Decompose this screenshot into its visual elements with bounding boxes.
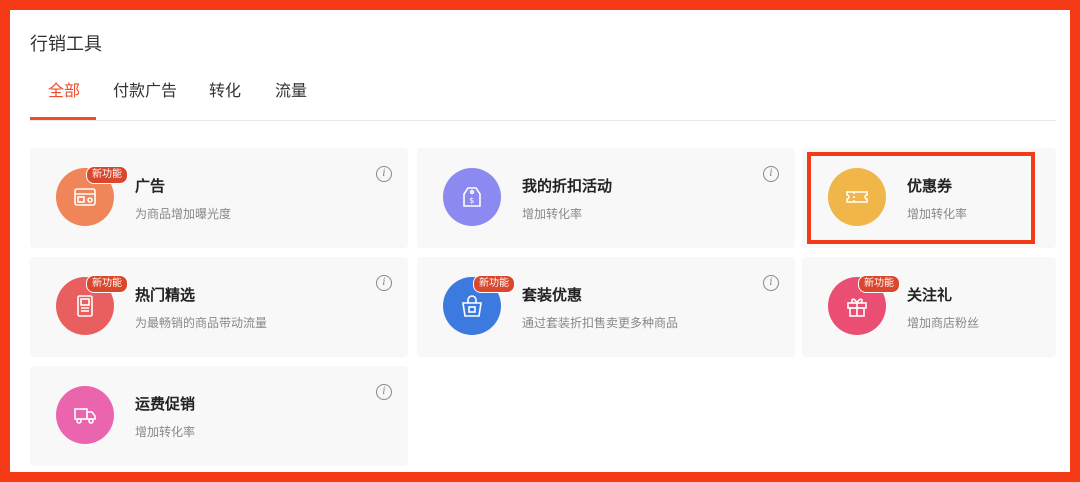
- tab-conversion[interactable]: 转化: [209, 77, 241, 101]
- tool-card-hot-picks[interactable]: 新功能 热门精选 为最畅销的商品带动流量 i: [30, 257, 408, 357]
- card-title: 关注礼: [907, 286, 953, 304]
- tab-bar: 全部 付款广告 转化 流量: [30, 72, 1056, 121]
- active-tab-indicator: [30, 117, 96, 120]
- tool-card-shipping-promotion[interactable]: 运费促销 增加转化率 i: [30, 366, 408, 466]
- info-icon[interactable]: i: [763, 166, 779, 182]
- tab-traffic[interactable]: 流量: [275, 77, 307, 101]
- page-title: 行销工具: [30, 34, 102, 55]
- info-icon[interactable]: i: [376, 166, 392, 182]
- card-title: 广告: [135, 177, 166, 195]
- tool-card-discount[interactable]: $ 我的折扣活动 增加转化率 i: [417, 148, 795, 248]
- card-title: 套装优惠: [522, 286, 583, 304]
- new-feature-badge: 新功能: [473, 275, 515, 293]
- tool-card-ads[interactable]: 新功能 广告 为商品增加曝光度 i: [30, 148, 408, 248]
- card-description: 增加转化率: [522, 207, 583, 221]
- card-description: 为商品增加曝光度: [135, 207, 232, 221]
- card-description: 为最畅销的商品带动流量: [135, 316, 268, 330]
- card-title: 运费促销: [135, 395, 196, 413]
- info-icon[interactable]: i: [376, 275, 392, 291]
- info-icon[interactable]: i: [763, 275, 779, 291]
- svg-text:$: $: [469, 196, 474, 205]
- new-feature-badge: 新功能: [86, 275, 128, 293]
- voucher-highlight-box: [807, 152, 1035, 244]
- card-description: 增加转化率: [135, 425, 196, 439]
- info-icon[interactable]: i: [376, 384, 392, 400]
- tab-paid-ads[interactable]: 付款广告: [113, 77, 177, 101]
- new-feature-badge: 新功能: [858, 275, 900, 293]
- card-description: 增加商店粉丝: [907, 316, 980, 330]
- truck-icon: [56, 386, 114, 444]
- tab-all[interactable]: 全部: [48, 77, 80, 101]
- tool-card-bundle[interactable]: 新功能 套装优惠 通过套装折扣售卖更多种商品 i: [417, 257, 795, 357]
- new-feature-badge: 新功能: [86, 166, 128, 184]
- tool-card-follow-prize[interactable]: 新功能 关注礼 增加商店粉丝: [802, 257, 1056, 357]
- card-description: 通过套装折扣售卖更多种商品: [522, 316, 679, 330]
- price-tag-icon: $: [443, 168, 501, 226]
- card-title: 我的折扣活动: [522, 177, 613, 195]
- card-title: 热门精选: [135, 286, 196, 304]
